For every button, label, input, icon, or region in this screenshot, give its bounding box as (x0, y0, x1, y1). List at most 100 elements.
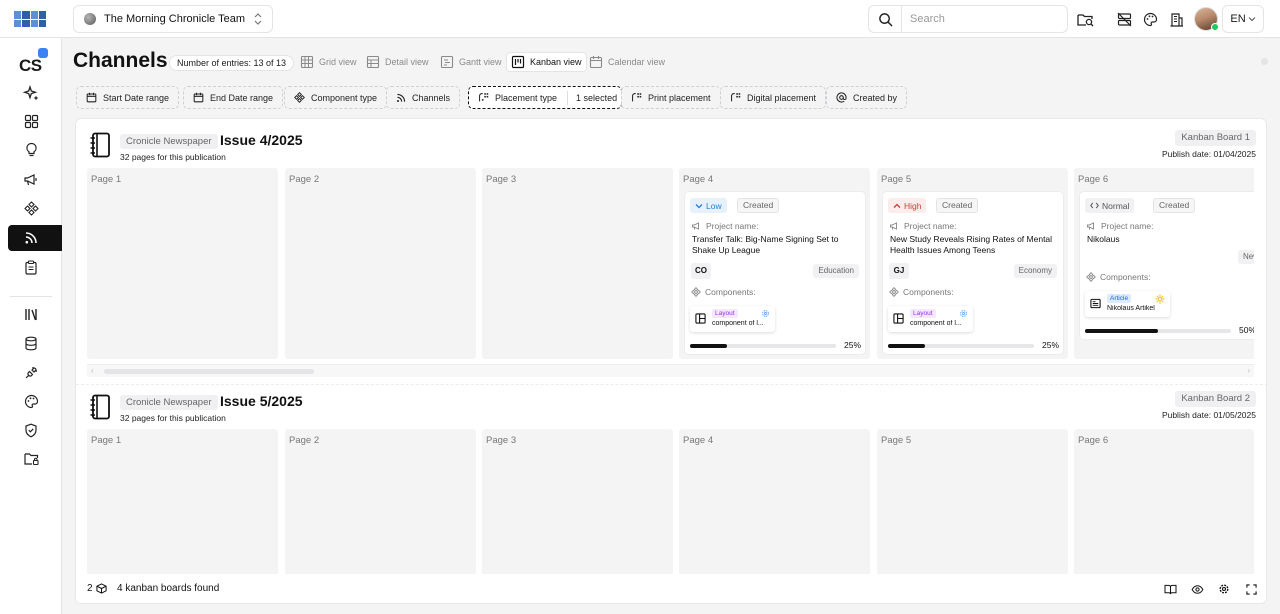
sidebar-item-tasks[interactable] (8, 254, 62, 280)
publish-date: Publish date: 01/05/2025 (1161, 410, 1256, 420)
status-badge[interactable]: Created (936, 198, 979, 213)
sidebar-item-channels[interactable] (8, 225, 62, 251)
status-badge[interactable]: Created (737, 198, 780, 213)
sun-icon[interactable] (1155, 294, 1165, 304)
column-title: Page 6 (1078, 174, 1109, 185)
kanban-column[interactable]: Page 5 High Created Project name: New St… (877, 168, 1068, 359)
scrollbar-thumb[interactable] (104, 369, 314, 374)
components-row: Components: (889, 287, 954, 297)
tab-gantt-view[interactable]: Gantt view (436, 52, 506, 72)
sidebar-item-integrations[interactable] (8, 359, 62, 385)
sidebar-item-components[interactable] (8, 195, 62, 221)
horizontal-scrollbar[interactable]: ‹ › (87, 364, 1254, 377)
palette-button[interactable] (1141, 10, 1159, 28)
project-card[interactable]: High Created Project name: New Study Rev… (883, 192, 1063, 354)
filter-end-date-range[interactable]: End Date range (183, 86, 284, 109)
fullscreen-button[interactable] (1244, 582, 1258, 596)
board-count-value: 2 (87, 583, 93, 594)
filter-component-type[interactable]: Component type (284, 86, 388, 109)
gear-icon[interactable] (761, 309, 770, 318)
board-count: 2 (87, 583, 107, 594)
sidebar-item-ideas[interactable] (8, 137, 62, 163)
filter-print-placement[interactable]: Print placement (621, 86, 721, 109)
search-icon (878, 12, 892, 26)
project-name-label: Project name: (706, 221, 759, 231)
sidebar-item-dashboard[interactable] (8, 108, 62, 134)
tab-detail-view[interactable]: Detail view (362, 52, 433, 72)
user-avatar[interactable] (1194, 7, 1219, 31)
filter-channels[interactable]: Channels (386, 86, 461, 109)
tab-calendar-view[interactable]: Calendar view (585, 52, 669, 72)
team-name: The Morning Chronicle Team (104, 13, 246, 25)
filter-label: End Date range (210, 92, 274, 103)
kanban-board: Cronicle Newspaper Issue 4/2025 32 pages… (76, 119, 1266, 384)
component-chip[interactable]: Article Nikolaus Artikel (1085, 291, 1170, 317)
app-logo[interactable] (14, 11, 46, 27)
filter-placement-type[interactable]: Placement type 1 selected (468, 86, 623, 109)
settings-dot-indicator[interactable] (1261, 58, 1268, 65)
component-chip[interactable]: Layout component of l... (690, 306, 775, 332)
filter-label: Created by (853, 92, 898, 103)
sidebar-item-ai[interactable] (8, 80, 62, 106)
book-open-button[interactable] (1163, 582, 1177, 596)
gear-icon[interactable] (959, 309, 968, 318)
plug-icon (25, 366, 37, 378)
kanban-column[interactable]: Page 1 (87, 429, 278, 575)
scroll-right-icon[interactable]: › (1247, 366, 1250, 375)
kanban-column[interactable]: Page 2 (285, 429, 476, 575)
sidebar-item-library[interactable] (8, 301, 62, 327)
visibility-button[interactable] (1190, 582, 1204, 596)
component-chip[interactable]: Layout component of l... (888, 306, 973, 332)
project-card[interactable]: Normal Created Project name: Nikolaus Ne… (1080, 192, 1254, 339)
project-name[interactable]: Nikolaus (1087, 234, 1254, 245)
status-badge[interactable]: Created (1153, 198, 1196, 213)
sidebar-item-folder-lock[interactable] (8, 446, 62, 472)
settings-button[interactable] (1217, 582, 1231, 596)
filter-created-by[interactable]: Created by (826, 86, 908, 109)
project-name-row: Project name: (691, 221, 758, 231)
kanban-column[interactable]: Page 6 (1074, 429, 1254, 575)
folder-search-button[interactable] (1076, 10, 1094, 28)
calendar-icon (193, 92, 204, 103)
tab-grid-view[interactable]: Grid view (296, 52, 361, 72)
priority-badge[interactable]: Low (690, 198, 727, 213)
priority-label: Low (706, 200, 722, 211)
kanban-column[interactable]: Page 4 (679, 429, 870, 575)
filter-start-date-range[interactable]: Start Date range (76, 86, 180, 109)
chevron-down-icon (695, 203, 703, 208)
language-selector[interactable]: EN (1222, 5, 1264, 33)
filter-digital-placement[interactable]: Digital placement (720, 86, 827, 109)
search-button[interactable] (869, 6, 902, 32)
kanban-column[interactable]: Page 1 (87, 168, 278, 359)
progress-value: 25% (1041, 340, 1059, 350)
page-title: Channels (73, 49, 168, 72)
priority-badge[interactable]: Normal (1085, 198, 1135, 213)
sidebar-item-campaigns[interactable] (8, 166, 62, 192)
sidebar-item-security[interactable] (8, 417, 62, 443)
scroll-left-icon[interactable]: ‹ (91, 366, 94, 375)
kanban-column[interactable]: Page 5 (877, 429, 1068, 575)
priority-badge[interactable]: High (888, 198, 927, 213)
building-button[interactable] (1167, 10, 1185, 28)
kanban-column[interactable]: Page 6 Normal Created Project name: Niko… (1074, 168, 1254, 359)
server-off-button[interactable] (1115, 10, 1133, 28)
kanban-column[interactable]: Page 3 (482, 168, 673, 359)
kanban-column[interactable]: Page 2 (285, 168, 476, 359)
tab-kanban-view[interactable]: Kanban view (506, 52, 587, 72)
sidebar-item-database[interactable] (8, 330, 62, 356)
project-name[interactable]: New Study Reveals Rising Rates of Mental… (890, 234, 1058, 255)
assignee-initials[interactable]: CO (691, 263, 711, 279)
eye-icon (1191, 584, 1203, 594)
sidebar-item-themes[interactable] (8, 388, 62, 414)
assignee-initials[interactable]: GJ (889, 263, 909, 279)
search-input[interactable] (902, 6, 1067, 32)
project-card[interactable]: Low Created Project name: Transfer Talk:… (685, 192, 865, 354)
box-icon (95, 583, 107, 594)
kanban-column[interactable]: Page 3 (482, 429, 673, 575)
kanban-column[interactable]: Page 4 Low Created Project name: Transfe… (679, 168, 870, 359)
components-label: Components: (903, 287, 954, 297)
project-name[interactable]: Transfer Talk: Big-Name Signing Set to S… (692, 234, 860, 255)
notebook-icon (90, 132, 110, 158)
team-selector[interactable]: The Morning Chronicle Team (73, 5, 273, 33)
notification-badge-icon[interactable] (38, 48, 48, 58)
